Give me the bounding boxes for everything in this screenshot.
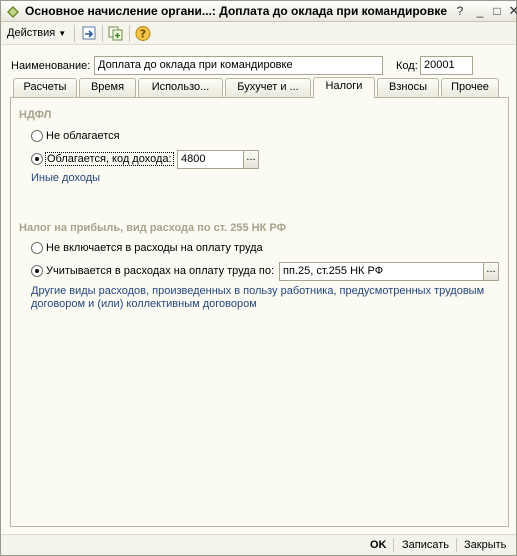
actions-menu-button[interactable]: Действия ▼ xyxy=(7,27,66,39)
ndfl-not-taxed-label[interactable]: Не облагается xyxy=(46,130,120,142)
code-field[interactable]: 20001 xyxy=(420,56,473,75)
included-radio[interactable] xyxy=(31,265,43,277)
expense-article-select-dots-icon[interactable]: ... xyxy=(483,262,499,281)
included-label[interactable]: Учитывается в расходах на оплату труда п… xyxy=(46,265,274,277)
close-window-button[interactable]: ✕ xyxy=(506,3,517,19)
tab-calculations[interactable]: Расчеты xyxy=(13,78,77,97)
dropdown-arrow-icon: ▼ xyxy=(58,29,67,38)
name-label: Наименование: xyxy=(11,60,91,72)
toolbar: Действия ▼ ? xyxy=(1,22,516,45)
toolbar-separator xyxy=(129,25,130,42)
ndfl-taxed-label[interactable]: Облагается, код дохода: xyxy=(45,152,174,166)
tab-time[interactable]: Время xyxy=(79,78,136,97)
footer-separator xyxy=(456,538,457,552)
copy-icon[interactable] xyxy=(107,25,125,42)
go-to-icon[interactable] xyxy=(80,25,98,42)
ok-button[interactable]: OK xyxy=(370,539,387,551)
form-window: Основное начисление органи...: Доплата д… xyxy=(0,0,517,556)
ndfl-not-taxed-radio[interactable] xyxy=(31,130,43,142)
tab-usage[interactable]: Использо... xyxy=(138,78,223,97)
svg-text:?: ? xyxy=(140,28,146,41)
not-included-radio[interactable] xyxy=(31,242,43,254)
actions-menu-label: Действия xyxy=(7,27,56,39)
app-logo-icon xyxy=(7,6,19,18)
maximize-button[interactable]: □ xyxy=(489,3,505,19)
minimize-button[interactable]: _ xyxy=(472,3,488,19)
save-button[interactable]: Записать xyxy=(402,539,449,551)
tab-other[interactable]: Прочее xyxy=(441,78,499,97)
code-label: Код: xyxy=(396,60,418,72)
income-code-field[interactable]: 4800 xyxy=(177,150,244,169)
expense-article-field[interactable]: пп.25, ст.255 НК РФ xyxy=(279,262,484,281)
profit-tax-section-title: Налог на прибыль, вид расхода по ст. 255… xyxy=(19,222,286,234)
toolbar-separator xyxy=(74,25,75,42)
expense-description-line1[interactable]: Другие виды расходов, произведенных в по… xyxy=(31,285,484,297)
income-type-link[interactable]: Иные доходы xyxy=(31,172,100,184)
expense-description-line2[interactable]: договором и (или) коллективным договором xyxy=(31,298,257,310)
name-field[interactable]: Доплата до оклада при командировке xyxy=(94,56,383,75)
income-code-select-dots-icon[interactable]: ... xyxy=(243,150,259,169)
ndfl-section-title: НДФЛ xyxy=(19,109,52,121)
window-title: Основное начисление органи...: Доплата д… xyxy=(25,4,448,18)
close-button[interactable]: Закрыть xyxy=(464,539,506,551)
tab-contributions[interactable]: Взносы xyxy=(377,78,439,97)
not-included-label[interactable]: Не включается в расходы на оплату труда xyxy=(46,242,263,254)
title-bar[interactable]: Основное начисление органи...: Доплата д… xyxy=(1,1,517,22)
help-window-button[interactable]: ? xyxy=(452,3,468,19)
tab-accounting[interactable]: Бухучет и ... xyxy=(225,78,311,97)
help-icon[interactable]: ? xyxy=(134,25,152,42)
ndfl-taxed-radio[interactable] xyxy=(31,153,43,165)
tab-taxes[interactable]: Налоги xyxy=(313,77,375,98)
toolbar-separator xyxy=(102,25,103,42)
footer-separator xyxy=(393,538,394,552)
footer-bar: OK Записать Закрыть xyxy=(1,534,516,555)
